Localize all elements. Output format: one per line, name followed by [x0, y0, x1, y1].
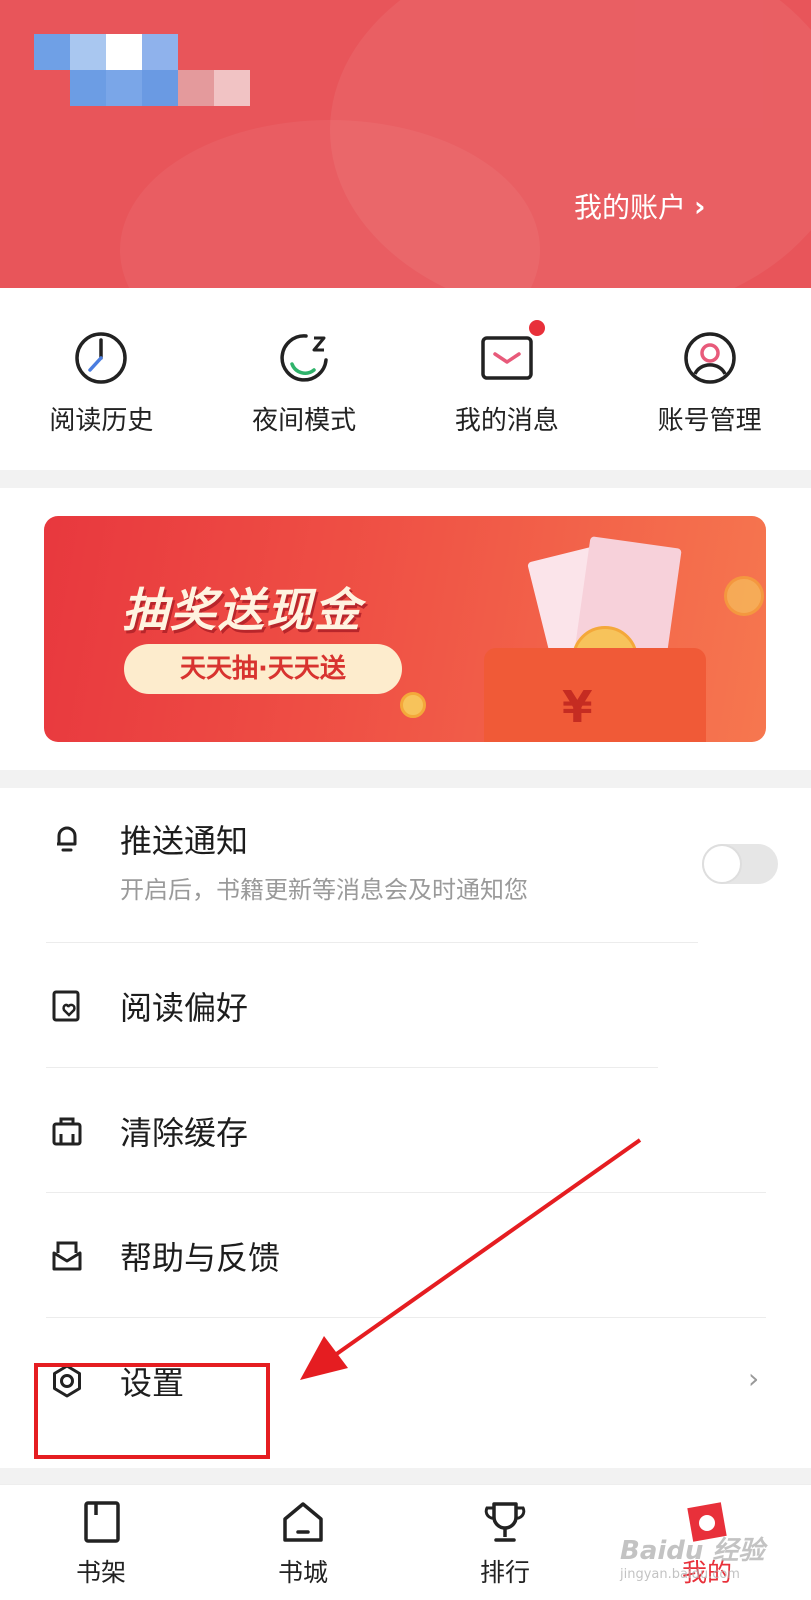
nav-item-bookstore[interactable]: 书城: [202, 1485, 404, 1600]
unread-badge: [528, 320, 545, 336]
profile-header: 我的账户 ›: [0, 0, 811, 288]
lottery-banner[interactable]: ¥ 抽奖送现金 天天抽·天天送: [44, 516, 766, 742]
nav-item-bookshelf[interactable]: 书架: [0, 1485, 202, 1600]
clock-icon: [73, 330, 129, 386]
quick-action-label: 阅读历史: [49, 406, 154, 436]
banner-title: 抽奖送现金: [122, 583, 362, 637]
annotation-highlight-box: [34, 1363, 270, 1459]
watermark-text: Baidu 经验: [620, 1536, 765, 1566]
toggle-knob: [702, 844, 742, 884]
chevron-right-icon: ›: [694, 189, 706, 223]
nav-item-ranking[interactable]: 排行: [404, 1485, 606, 1600]
quick-action-label: 我的消息: [454, 406, 559, 436]
coin-graphic: [400, 692, 426, 718]
quick-action-account-management[interactable]: 账号管理: [608, 288, 811, 470]
reading-preference-row[interactable]: 阅读偏好: [0, 943, 811, 1067]
quick-action-label: 账号管理: [657, 406, 762, 436]
reading-preference-title: 阅读偏好: [120, 989, 249, 1027]
bookshelf-icon: [78, 1499, 124, 1545]
store-icon: [280, 1499, 326, 1545]
chevron-right-icon: ›: [748, 1362, 760, 1395]
red-envelope-graphic: [484, 648, 706, 742]
clear-cache-title: 清除缓存: [120, 1114, 249, 1152]
mail-icon: [479, 320, 545, 386]
quick-action-night-mode[interactable]: 夜间模式: [203, 288, 406, 470]
annotation-arrow: [300, 1138, 642, 1380]
push-notification-title: 推送通知: [120, 822, 249, 860]
reading-preference-icon: [50, 989, 84, 1023]
blurred-username: [34, 34, 254, 110]
promo-section: ¥ 抽奖送现金 天天抽·天天送: [0, 488, 811, 770]
bell-icon: [50, 822, 84, 856]
nav-label: 书城: [277, 1558, 328, 1587]
banner-subtitle: 天天抽·天天送: [124, 644, 402, 694]
baidu-watermark: Baidu 经验 jingyan.baidu.com: [620, 1530, 764, 1582]
my-account-link[interactable]: 我的账户 ›: [574, 186, 706, 226]
quick-action-my-messages[interactable]: 我的消息: [406, 288, 609, 470]
my-account-label: 我的账户: [574, 191, 687, 224]
push-notification-row: 推送通知 开启后，书籍更新等消息会及时通知您: [0, 788, 811, 942]
help-feedback-icon: [50, 1239, 84, 1273]
quick-actions: 阅读历史 夜间模式 我的消息 账号管理: [0, 288, 811, 470]
push-notification-subtitle: 开启后，书籍更新等消息会及时通知您: [120, 876, 528, 904]
nav-label: 书架: [75, 1558, 126, 1587]
help-feedback-title: 帮助与反馈: [120, 1239, 281, 1277]
watermark-url: jingyan.baidu.com: [620, 1567, 740, 1582]
profile-page: 我的账户 › 阅读历史 夜间模式 我的消息 账号管理 ¥ 抽奖送现金 天天抽·天…: [0, 0, 811, 1600]
clear-cache-icon: [50, 1114, 84, 1148]
quick-action-reading-history[interactable]: 阅读历史: [0, 288, 203, 470]
yen-symbol: ¥: [562, 682, 593, 733]
moon-icon: [276, 330, 332, 386]
nav-label: 排行: [479, 1558, 530, 1587]
user-icon: [682, 330, 738, 386]
push-notification-toggle[interactable]: [702, 844, 778, 884]
coin-graphic: [724, 576, 764, 616]
quick-action-label: 夜间模式: [252, 406, 357, 436]
trophy-icon: [482, 1499, 528, 1545]
